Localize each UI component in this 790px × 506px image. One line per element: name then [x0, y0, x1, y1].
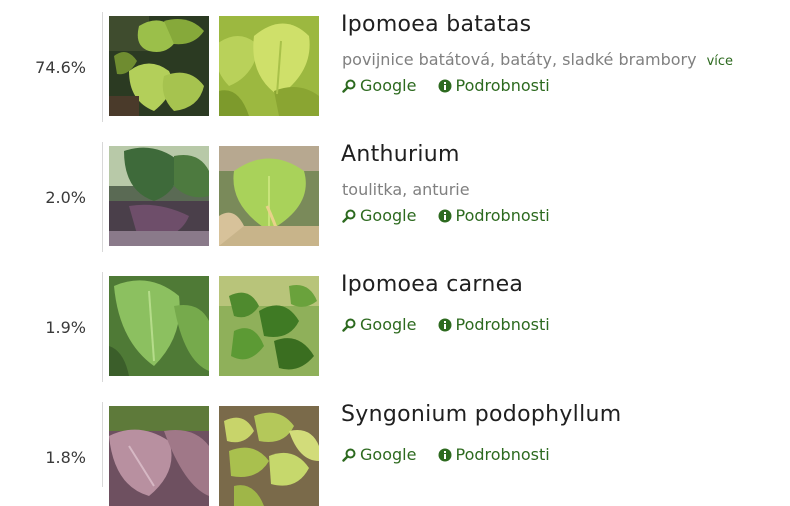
common-names: toulitka, anturie: [342, 180, 470, 199]
google-label: Google: [360, 76, 417, 95]
search-magnifier-icon: [342, 209, 356, 223]
common-names: povijnice batátová, batáty, sladké bramb…: [342, 50, 733, 69]
google-label: Google: [360, 206, 417, 225]
plant-photo[interactable]: [219, 276, 319, 376]
search-magnifier-icon: [342, 318, 356, 332]
divider: [102, 272, 103, 382]
divider: [102, 12, 103, 122]
plant-photo[interactable]: [109, 146, 209, 246]
plant-photo[interactable]: [109, 276, 209, 376]
google-link[interactable]: Google: [342, 206, 416, 225]
plant-photo[interactable]: [109, 16, 209, 116]
result-links: Google Podrobnosti: [342, 206, 566, 227]
result-item: 74.6% Ipomoea batatas povijnice batátová…: [0, 0, 790, 122]
plant-photo[interactable]: [219, 16, 319, 116]
details-label: Podrobnosti: [455, 76, 550, 95]
common-names-text: toulitka, anturie: [342, 180, 470, 199]
google-link[interactable]: Google: [342, 315, 416, 334]
search-magnifier-icon: [342, 79, 356, 93]
species-name[interactable]: Ipomoea carnea: [341, 272, 523, 297]
info-circle-icon: [438, 79, 452, 92]
google-label: Google: [360, 445, 417, 464]
confidence-percent: 74.6%: [35, 58, 86, 77]
search-magnifier-icon: [342, 448, 356, 462]
info-circle-icon: [438, 448, 452, 461]
result-item: 1.9% Ipomoea carnea Google Podrobnosti: [0, 260, 790, 382]
details-link[interactable]: Podrobnosti: [438, 76, 550, 95]
plant-photo[interactable]: [219, 406, 319, 506]
google-link[interactable]: Google: [342, 445, 416, 464]
more-link[interactable]: více: [707, 54, 733, 69]
species-name[interactable]: Ipomoea batatas: [341, 12, 531, 37]
common-names-text: povijnice batátová, batáty, sladké bramb…: [342, 50, 697, 69]
info-circle-icon: [438, 209, 452, 222]
details-label: Podrobnosti: [455, 445, 550, 464]
divider: [102, 402, 103, 487]
species-name[interactable]: Syngonium podophyllum: [341, 402, 621, 427]
plant-photo[interactable]: [219, 146, 319, 246]
details-label: Podrobnosti: [455, 315, 550, 334]
details-link[interactable]: Podrobnosti: [438, 315, 550, 334]
details-label: Podrobnosti: [455, 206, 550, 225]
confidence-percent: 1.8%: [45, 448, 86, 467]
result-links: Google Podrobnosti: [342, 76, 566, 97]
result-item: 2.0% Anthurium toulitka, anturie Google …: [0, 130, 790, 252]
result-links: Google Podrobnosti: [342, 315, 566, 336]
confidence-percent: 2.0%: [45, 188, 86, 207]
divider: [102, 142, 103, 252]
info-circle-icon: [438, 318, 452, 331]
species-name[interactable]: Anthurium: [341, 142, 460, 167]
details-link[interactable]: Podrobnosti: [438, 445, 550, 464]
result-item: 1.8% Syngonium podophyllum Google Podrob…: [0, 390, 790, 506]
google-label: Google: [360, 315, 417, 334]
confidence-percent: 1.9%: [45, 318, 86, 337]
result-links: Google Podrobnosti: [342, 445, 566, 466]
google-link[interactable]: Google: [342, 76, 416, 95]
details-link[interactable]: Podrobnosti: [438, 206, 550, 225]
plant-photo[interactable]: [109, 406, 209, 506]
